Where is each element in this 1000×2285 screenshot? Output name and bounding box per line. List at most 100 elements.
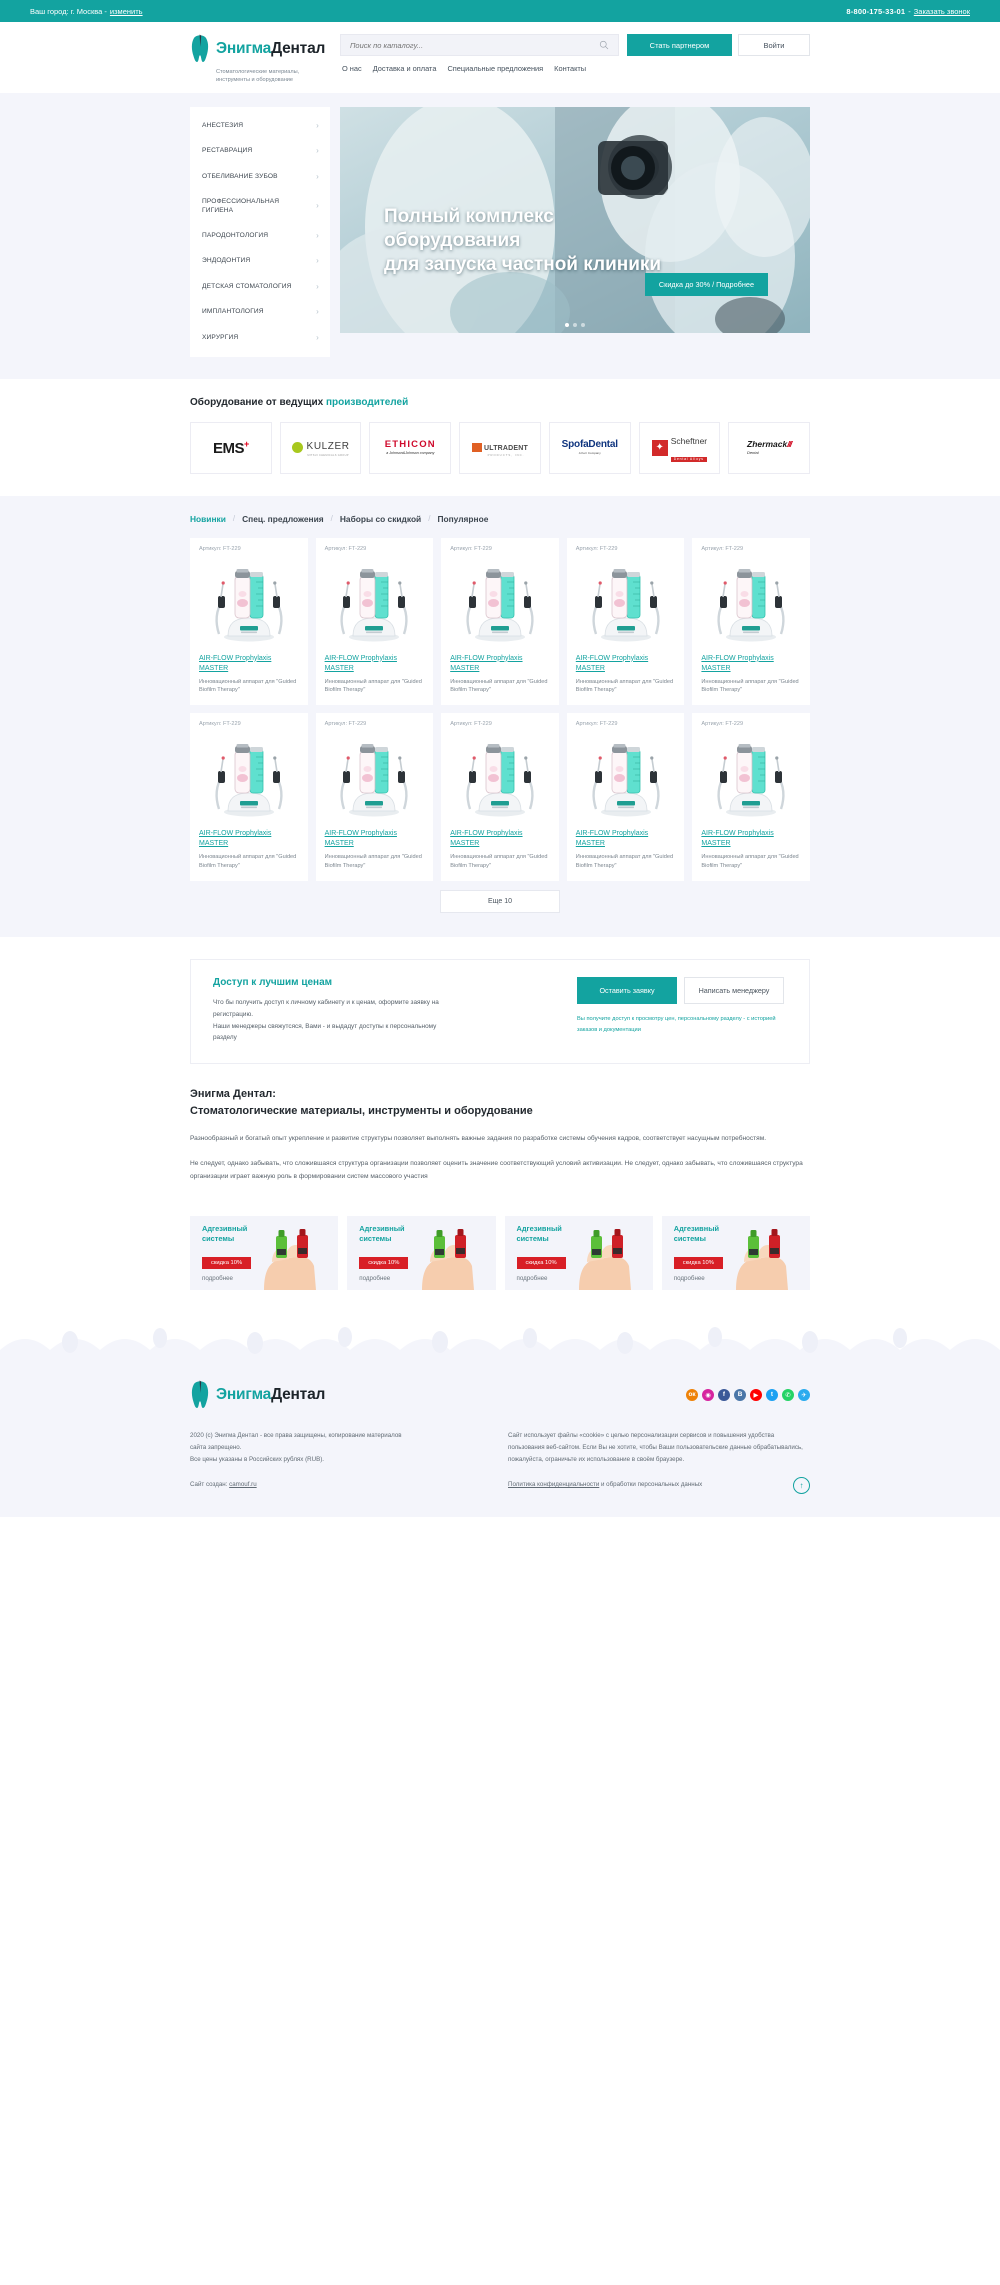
product-title-link[interactable]: AIR-FLOW Prophylaxis MASTER bbox=[199, 829, 299, 849]
category-item-hygiene[interactable]: ПРОФЕССИОНАЛЬНАЯ ГИГИЕНА› bbox=[190, 190, 330, 223]
brand-name-ultradent: ULTRADENT bbox=[484, 445, 528, 452]
product-card[interactable]: Артикул: FT-229AIR-FLOW Prophylaxis MAST… bbox=[692, 713, 810, 881]
promo-card[interactable]: Адгезивныйсистемыскидка 10%подробнее bbox=[662, 1216, 810, 1290]
slider-dot-3[interactable] bbox=[581, 323, 585, 327]
product-card[interactable]: Артикул: FT-229AIR-FLOW Prophylaxis MAST… bbox=[316, 538, 434, 706]
product-card[interactable]: Артикул: FT-229AIR-FLOW Prophylaxis MAST… bbox=[316, 713, 434, 881]
submit-request-button[interactable]: Оставить заявку bbox=[577, 977, 677, 1004]
write-manager-button[interactable]: Написать менеджеру bbox=[684, 977, 784, 1004]
product-card[interactable]: Артикул: FT-229AIR-FLOW Prophylaxis MAST… bbox=[441, 538, 559, 706]
product-title-link[interactable]: AIR-FLOW Prophylaxis MASTER bbox=[576, 829, 676, 849]
product-title-link[interactable]: AIR-FLOW Prophylaxis MASTER bbox=[450, 829, 550, 849]
phone-number[interactable]: 8-800-175-33-01 bbox=[846, 7, 905, 16]
promo-more-link[interactable]: подробнее bbox=[202, 1275, 251, 1282]
logo-text-second: Дентал bbox=[271, 40, 325, 57]
product-card[interactable]: Артикул: FT-229AIR-FLOW Prophylaxis MAST… bbox=[692, 538, 810, 706]
brand-card-ultradent[interactable]: ULTRADENTPRODUCTS, INC. bbox=[459, 422, 541, 474]
hero-cta-button[interactable]: Скидка до 30% / Подробнее bbox=[645, 273, 768, 296]
nav-item-delivery[interactable]: Доставка и оплата bbox=[373, 64, 437, 73]
product-title-link[interactable]: AIR-FLOW Prophylaxis MASTER bbox=[450, 654, 550, 674]
tab-discount-sets[interactable]: Наборы со скидкой bbox=[340, 514, 421, 524]
change-city-link[interactable]: изменить bbox=[110, 7, 143, 16]
brand-logo[interactable]: ЭнигмаДентал Стоматологические материалы… bbox=[190, 34, 340, 85]
nav-item-about[interactable]: О нас bbox=[342, 64, 362, 73]
search-icon[interactable] bbox=[599, 40, 609, 50]
product-card[interactable]: Артикул: FT-229AIR-FLOW Prophylaxis MAST… bbox=[190, 538, 308, 706]
brand-card-ems[interactable]: EMS+ bbox=[190, 422, 272, 474]
category-item-endodontics[interactable]: ЭНДОДОНТИЯ› bbox=[190, 248, 330, 274]
brand-card-ethicon[interactable]: ETHICON a Johnson&Johnson company bbox=[369, 422, 451, 474]
become-partner-button[interactable]: Стать партнером bbox=[627, 34, 732, 56]
nav-item-special-offers[interactable]: Специальные предложения bbox=[447, 64, 543, 73]
promo-more-link[interactable]: подробнее bbox=[674, 1275, 723, 1282]
hero-slider-dots[interactable] bbox=[340, 323, 810, 327]
promo-card[interactable]: Адгезивныйсистемыскидка 10%подробнее bbox=[347, 1216, 495, 1290]
product-card[interactable]: Артикул: FT-229AIR-FLOW Prophylaxis MAST… bbox=[567, 538, 685, 706]
promo-card[interactable]: Адгезивныйсистемыскидка 10%подробнее bbox=[190, 1216, 338, 1290]
whatsapp-icon[interactable]: ✆ bbox=[782, 1389, 794, 1401]
product-image-wrap[interactable] bbox=[325, 556, 425, 648]
site-author-link[interactable]: camouf.ru bbox=[229, 1481, 257, 1488]
product-title-link[interactable]: AIR-FLOW Prophylaxis MASTER bbox=[701, 829, 801, 849]
category-item-whitening[interactable]: ОТБЕЛИВАНИЕ ЗУБОВ› bbox=[190, 164, 330, 190]
category-item-implantology[interactable]: ИМПЛАНТОЛОГИЯ› bbox=[190, 299, 330, 325]
promo-bottles-image bbox=[571, 1226, 647, 1290]
nav-item-contacts[interactable]: Контакты bbox=[554, 64, 586, 73]
product-image-wrap[interactable] bbox=[450, 731, 550, 823]
brand-card-scheftner[interactable]: ✦ Scheftner Dental Alloys bbox=[639, 422, 721, 474]
city-selector[interactable]: Ваш город: г. Москва - изменить bbox=[30, 7, 143, 16]
category-item-surgery[interactable]: ХИРУРГИЯ› bbox=[190, 325, 330, 351]
vk-icon[interactable]: B bbox=[734, 1389, 746, 1401]
product-image-wrap[interactable] bbox=[199, 556, 299, 648]
product-image-wrap[interactable] bbox=[450, 556, 550, 648]
copyright-line-1: 2020 (c) Энигма Дентал - все права защищ… bbox=[190, 1430, 462, 1442]
product-image-wrap[interactable] bbox=[325, 731, 425, 823]
tab-new[interactable]: Новинки bbox=[190, 514, 226, 524]
product-title-link[interactable]: AIR-FLOW Prophylaxis MASTER bbox=[325, 829, 425, 849]
youtube-icon[interactable]: ▶ bbox=[750, 1389, 762, 1401]
product-image-wrap[interactable] bbox=[576, 731, 676, 823]
tab-popular[interactable]: Популярное bbox=[437, 514, 488, 524]
category-item-anesthesia[interactable]: АНЕСТЕЗИЯ› bbox=[190, 113, 330, 139]
product-image-wrap[interactable] bbox=[199, 731, 299, 823]
brand-card-spofadental[interactable]: SpofaDental A Kerr Company bbox=[549, 422, 631, 474]
product-title-link[interactable]: AIR-FLOW Prophylaxis MASTER bbox=[701, 654, 801, 674]
search-bar[interactable] bbox=[340, 34, 619, 56]
product-title-link[interactable]: AIR-FLOW Prophylaxis MASTER bbox=[325, 654, 425, 674]
tab-special-offers[interactable]: Спец. предложения bbox=[242, 514, 324, 524]
slider-dot-2[interactable] bbox=[573, 323, 577, 327]
promo-more-link[interactable]: подробнее bbox=[517, 1275, 566, 1282]
brand-card-kulzer[interactable]: KULZERMITSUI CHEMICALS GROUP bbox=[280, 422, 362, 474]
facebook-icon[interactable]: f bbox=[718, 1389, 730, 1401]
promo-more-link[interactable]: подробнее bbox=[359, 1275, 408, 1282]
product-card[interactable]: Артикул: FT-229AIR-FLOW Prophylaxis MAST… bbox=[441, 713, 559, 881]
slider-dot-1[interactable] bbox=[565, 323, 569, 327]
product-card[interactable]: Артикул: FT-229AIR-FLOW Prophylaxis MAST… bbox=[190, 713, 308, 881]
twitter-icon[interactable]: t bbox=[766, 1389, 778, 1401]
chevron-right-icon: › bbox=[316, 281, 319, 293]
product-title-link[interactable]: AIR-FLOW Prophylaxis MASTER bbox=[576, 654, 676, 674]
product-card[interactable]: Артикул: FT-229AIR-FLOW Prophylaxis MAST… bbox=[567, 713, 685, 881]
promo-banners-section: Адгезивныйсистемыскидка 10%подробнееАдге… bbox=[0, 1206, 1000, 1316]
odnoklassniki-icon[interactable]: ок bbox=[686, 1389, 698, 1401]
promo-card[interactable]: Адгезивныйсистемыскидка 10%подробнее bbox=[505, 1216, 653, 1290]
privacy-policy-link[interactable]: Политика конфиденциальности bbox=[508, 1481, 599, 1488]
footer-logo[interactable]: ЭнигмаДентал bbox=[190, 1380, 325, 1410]
product-image-wrap[interactable] bbox=[576, 556, 676, 648]
brand-card-zhermack[interactable]: Zhermack/// Dental bbox=[728, 422, 810, 474]
callback-link[interactable]: Заказать звонок bbox=[914, 7, 970, 16]
hero-banner[interactable]: Полный комплекс оборудования для запуска… bbox=[340, 107, 810, 333]
category-item-periodontology[interactable]: ПАРОДОНТОЛОГИЯ› bbox=[190, 223, 330, 249]
telegram-icon[interactable]: ✈ bbox=[798, 1389, 810, 1401]
product-image-wrap[interactable] bbox=[701, 556, 801, 648]
category-item-restoration[interactable]: РЕСТАВРАЦИЯ› bbox=[190, 138, 330, 164]
promo-title-line-2: системы bbox=[674, 1234, 723, 1244]
load-more-button[interactable]: Еще 10 bbox=[440, 890, 560, 913]
search-input[interactable] bbox=[350, 41, 599, 50]
product-title-link[interactable]: AIR-FLOW Prophylaxis MASTER bbox=[199, 654, 299, 674]
login-button[interactable]: Войти bbox=[738, 34, 810, 56]
category-item-pediatric[interactable]: ДЕТСКАЯ СТОМАТОЛОГИЯ› bbox=[190, 274, 330, 300]
instagram-icon[interactable]: ◉ bbox=[702, 1389, 714, 1401]
product-image-wrap[interactable] bbox=[701, 731, 801, 823]
product-description: Инновационный аппарат для "Guided Biofil… bbox=[199, 853, 299, 870]
